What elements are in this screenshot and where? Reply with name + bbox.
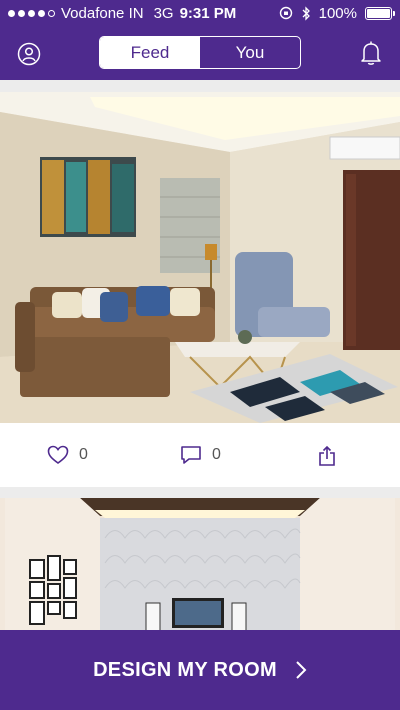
battery-icon: [365, 6, 395, 20]
post-actions: 0 0: [0, 427, 400, 487]
feed-post: [0, 498, 400, 630]
orientation-lock-icon: [279, 6, 292, 20]
living-room-render-image[interactable]: [0, 92, 400, 423]
media-wall-render-image[interactable]: [0, 498, 400, 630]
feed-list[interactable]: 0 0: [0, 80, 400, 630]
tab-feed[interactable]: Feed: [100, 37, 200, 68]
signal-strength-icon: [8, 9, 55, 17]
feed-post: 0 0: [0, 92, 400, 487]
share-button[interactable]: [318, 445, 336, 467]
network-type: 3G: [153, 4, 174, 22]
chevron-right-icon: [296, 661, 307, 679]
status-time: 9:31 PM: [179, 4, 237, 22]
comment-icon: [181, 446, 201, 464]
comment-button[interactable]: 0: [180, 445, 221, 465]
design-my-room-button[interactable]: DESIGN MY ROOM: [0, 630, 400, 710]
notification-bell-icon[interactable]: [359, 40, 383, 66]
battery-percent: 100%: [318, 4, 357, 22]
tab-you[interactable]: You: [200, 37, 300, 68]
top-bar: Vodafone IN 3G 9:31 PM 100% Feed You: [0, 0, 400, 80]
feed-you-toggle: Feed You: [99, 36, 301, 69]
cta-label: DESIGN MY ROOM: [93, 658, 277, 681]
like-count: 0: [79, 446, 88, 463]
comment-count: 0: [212, 446, 221, 463]
nav-bar: Feed You: [0, 34, 400, 72]
like-button[interactable]: 0: [47, 445, 88, 465]
heart-icon: [47, 445, 69, 464]
profile-icon[interactable]: [17, 42, 41, 66]
bluetooth-icon: [302, 5, 310, 21]
status-bar: Vodafone IN 3G 9:31 PM 100%: [0, 0, 400, 26]
share-icon: [319, 445, 335, 466]
carrier-name: Vodafone IN: [61, 4, 144, 22]
